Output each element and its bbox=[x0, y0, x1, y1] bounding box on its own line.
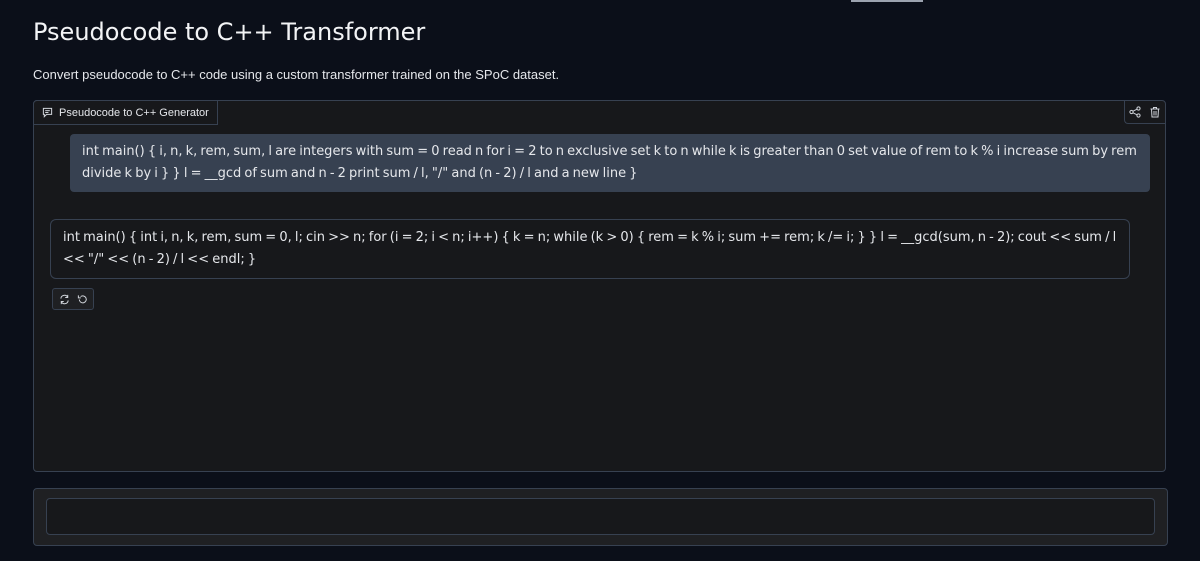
chat-bubble-icon bbox=[42, 107, 53, 118]
message-actions bbox=[52, 288, 94, 310]
undo-icon[interactable] bbox=[73, 290, 91, 308]
active-tab-indicator bbox=[851, 0, 923, 2]
share-icon[interactable] bbox=[1125, 102, 1145, 122]
chatbot-panel: Pseudocode to C++ Generator int main() {… bbox=[33, 100, 1166, 472]
page-description: Convert pseudocode to C++ code using a c… bbox=[33, 67, 560, 82]
trash-icon[interactable] bbox=[1145, 102, 1165, 122]
panel-actions bbox=[1124, 101, 1165, 124]
pseudocode-input[interactable] bbox=[46, 498, 1155, 535]
retry-icon[interactable] bbox=[55, 290, 73, 308]
input-panel bbox=[33, 488, 1168, 546]
user-message: int main() { i, n, k, rem, sum, l are in… bbox=[70, 134, 1150, 192]
bot-message: int main() { int i, n, k, rem, sum = 0, … bbox=[50, 219, 1130, 279]
chatbot-label: Pseudocode to C++ Generator bbox=[33, 100, 218, 125]
chatbot-label-text: Pseudocode to C++ Generator bbox=[59, 106, 209, 119]
page-title: Pseudocode to C++ Transformer bbox=[33, 18, 426, 46]
